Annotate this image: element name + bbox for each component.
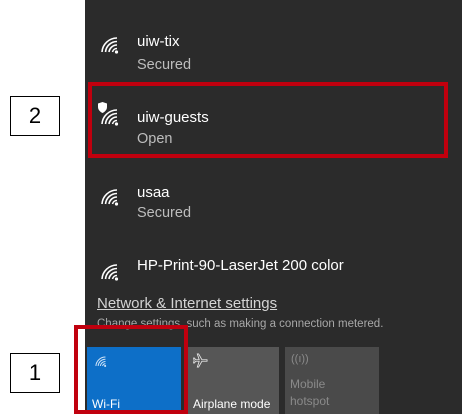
- wifi-icon: [101, 37, 119, 54]
- mobile-hotspot-tile: ((ı)) Mobile hotspot: [285, 347, 379, 414]
- highlight-box-uiw-guests: [88, 82, 448, 158]
- hotspot-tile-label-line2: hotspot: [290, 394, 330, 408]
- callout-1: 1: [10, 353, 60, 393]
- hotspot-tile-label-line1: Mobile: [290, 377, 326, 391]
- network-status: Secured: [137, 57, 192, 73]
- callout-2: 2: [10, 96, 60, 136]
- network-internet-settings-link[interactable]: Network & Internet settings: [97, 295, 277, 312]
- airplane-mode-tile[interactable]: Airplane mode: [185, 347, 279, 414]
- network-name: HP-Print-90-LaserJet 200 color: [137, 257, 344, 274]
- network-item-hp-print[interactable]: HP-Print-90-LaserJet 200 color: [85, 252, 462, 292]
- airplane-icon: [193, 353, 208, 368]
- network-status: Secured: [137, 205, 192, 221]
- network-name: uiw-tix: [137, 33, 180, 50]
- network-name: usaa: [137, 184, 170, 201]
- network-item-usaa[interactable]: usaa Secured: [85, 177, 462, 247]
- airplane-tile-label: Airplane mode: [193, 397, 271, 411]
- wifi-icon: [101, 264, 119, 281]
- hotspot-icon: ((ı)): [291, 353, 309, 365]
- highlight-box-wifi-tile: [74, 325, 188, 414]
- wifi-icon: [101, 189, 119, 206]
